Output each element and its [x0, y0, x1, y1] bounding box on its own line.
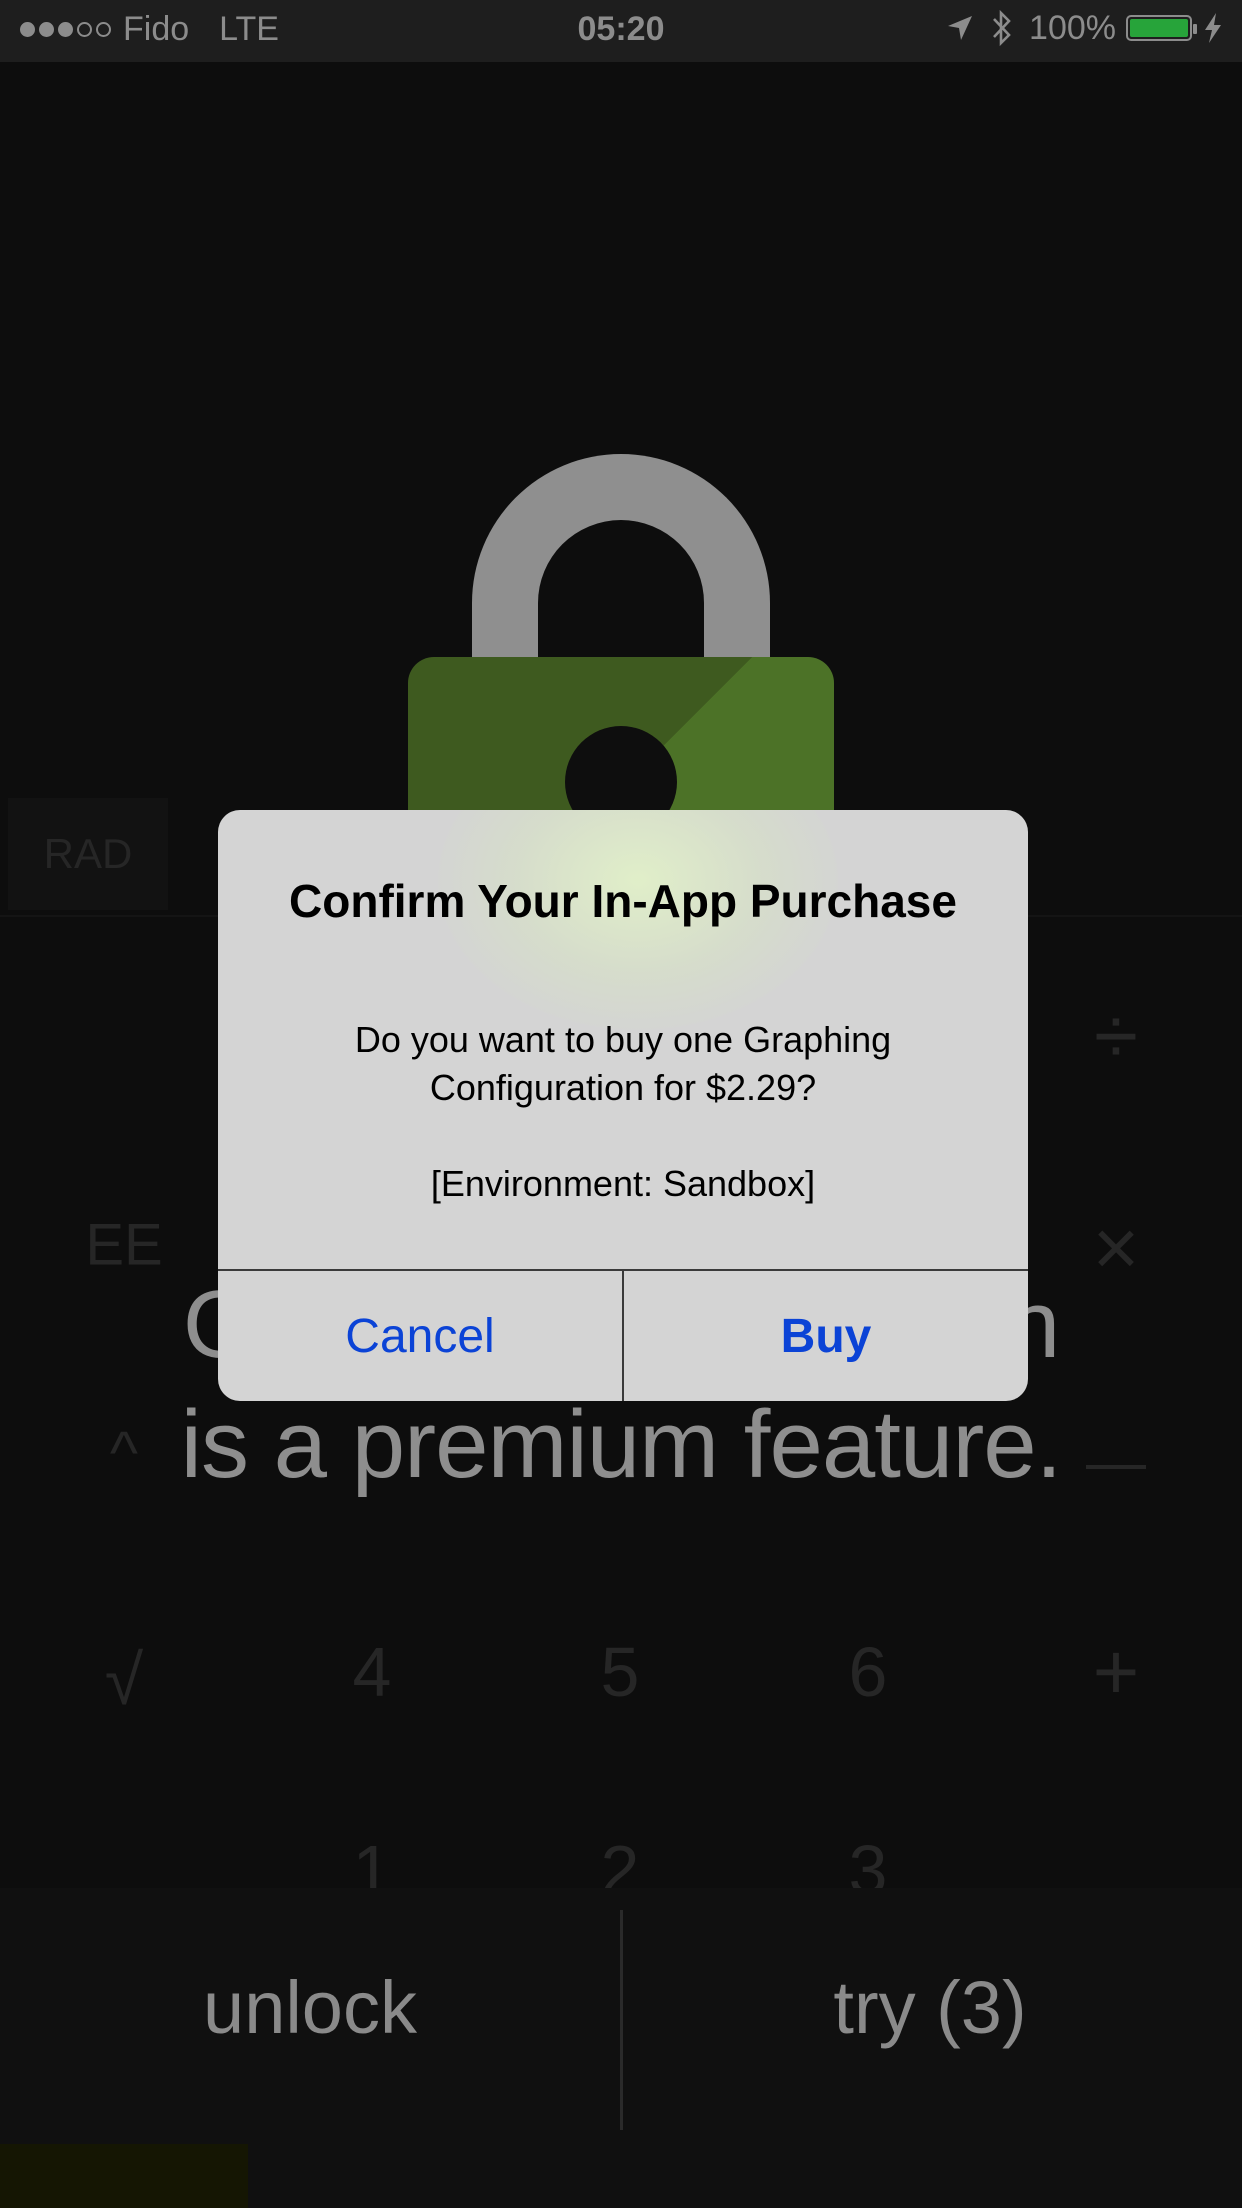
cancel-button[interactable]: Cancel	[218, 1271, 622, 1401]
purchase-dialog: Confirm Your In-App Purchase Do you want…	[218, 810, 1028, 1401]
premium-notice-line2: is a premium feature.	[180, 1391, 1063, 1498]
bottom-bar-divider	[620, 1910, 623, 2130]
buy-button[interactable]: Buy	[624, 1271, 1028, 1401]
status-bar: Fido LTE 05:20 100%	[0, 0, 1242, 62]
key-4[interactable]: 4	[353, 1632, 392, 1712]
key-plus[interactable]: +	[1093, 1626, 1140, 1718]
location-arrow-icon	[948, 16, 973, 40]
key-ee[interactable]: EE	[85, 1212, 162, 1279]
status-strip	[0, 2144, 248, 2208]
status-icons: 100%	[945, 8, 1224, 48]
bluetooth-icon	[993, 9, 1011, 47]
battery-icon	[1126, 15, 1197, 41]
battery-percent: 100%	[1029, 8, 1116, 47]
charging-bolt-icon	[1205, 13, 1221, 43]
key-6[interactable]: 6	[849, 1632, 888, 1712]
dialog-title: Confirm Your In-App Purchase	[289, 875, 957, 927]
unlock-button[interactable]: unlock	[203, 1965, 417, 2050]
key-5[interactable]: 5	[601, 1632, 640, 1712]
key-sqrt[interactable]: √	[105, 1640, 143, 1720]
try-button[interactable]: try (3)	[833, 1965, 1026, 2050]
angle-mode-button[interactable]: RAD	[8, 798, 168, 910]
dialog-environment: [Environment: Sandbox]	[430, 1163, 816, 1204]
key-divide[interactable]: ÷	[1094, 990, 1138, 1082]
dialog-message: Do you want to buy one Graphing Configur…	[354, 1019, 892, 1108]
